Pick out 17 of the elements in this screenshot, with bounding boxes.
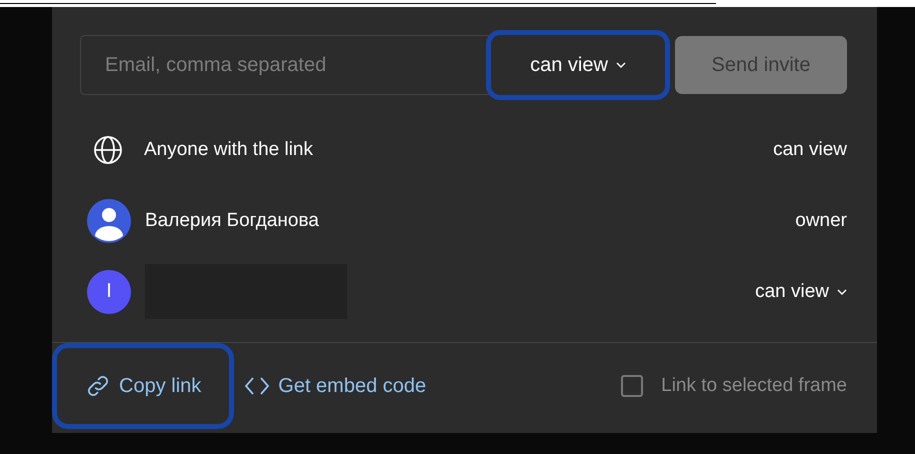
user-avatar-icon	[87, 198, 131, 242]
globe-icon	[92, 134, 124, 166]
member-role: owner	[795, 210, 847, 232]
role-dropdown[interactable]: can view	[755, 280, 847, 302]
member-role: can view	[773, 138, 847, 160]
checkbox-label: Link to selected frame	[661, 375, 847, 397]
code-icon	[244, 376, 270, 396]
member-name: Anyone with the link	[144, 138, 313, 160]
member-name: Валерия Богданова	[145, 210, 319, 232]
chevron-down-icon	[616, 62, 626, 68]
permission-dropdown[interactable]: can view	[486, 30, 670, 100]
chevron-down-icon	[837, 288, 847, 294]
link-icon	[85, 373, 111, 399]
checkbox[interactable]	[621, 375, 644, 397]
copy-link-button[interactable]: Copy link	[52, 343, 234, 429]
embed-code-button[interactable]: Get embed code	[244, 343, 426, 429]
initial-avatar: I	[87, 270, 131, 314]
